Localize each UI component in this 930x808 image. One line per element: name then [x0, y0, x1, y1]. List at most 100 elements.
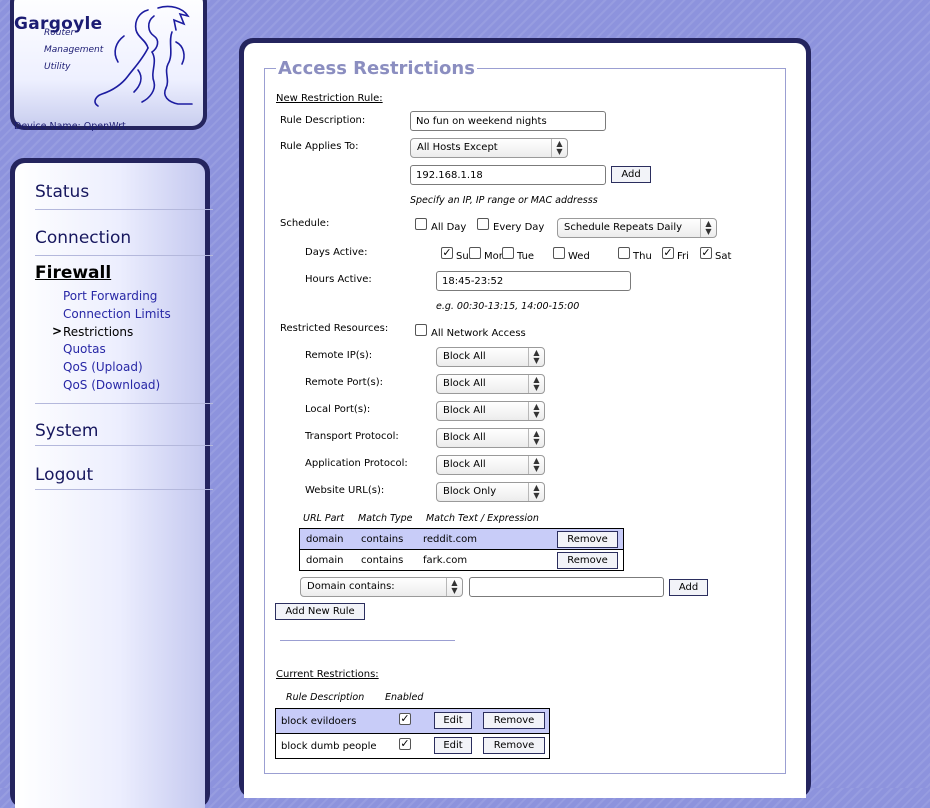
check-icon: ✓	[663, 246, 673, 259]
select-arrows-icon: ▲ ▼	[551, 139, 567, 157]
every-day-checkbox[interactable]	[477, 218, 489, 230]
url-text-cell: reddit.com	[423, 528, 551, 550]
resource-select[interactable]: Block All ▲ ▼	[436, 401, 545, 421]
url-part-cell: domain	[299, 528, 361, 550]
resource-selected: Block All	[443, 378, 486, 389]
day-checkbox-thu[interactable]	[618, 247, 630, 259]
select-arrows-icon: ▲ ▼	[528, 483, 544, 501]
remove-url-button[interactable]: Remove	[557, 531, 618, 548]
nav-divider	[35, 209, 213, 210]
resource-label: Local Port(s):	[305, 404, 371, 415]
resource-selected: Block Only	[443, 486, 497, 497]
nav-subitem-port-forwarding[interactable]: Port Forwarding	[63, 289, 157, 303]
edit-rule-button[interactable]: Edit	[434, 737, 472, 754]
nav-subitem-qos-download[interactable]: QoS (Download)	[63, 378, 160, 392]
subtitle-line: Router	[44, 28, 75, 38]
check-icon: ✓	[701, 246, 711, 259]
nav-panel: Status Connection Firewall Port Forwardi…	[10, 158, 213, 808]
gargoyle-logo	[94, 5, 193, 107]
all-day-label: All Day	[431, 222, 467, 233]
schedule-label: Schedule:	[280, 218, 330, 229]
remove-rule-button[interactable]: Remove	[483, 737, 545, 754]
schedule-repeat-select[interactable]: Schedule Repeats Daily ▲ ▼	[557, 218, 717, 238]
resource-selected: Block All	[443, 405, 486, 416]
hours-active-input[interactable]	[436, 271, 631, 291]
select-arrows-icon: ▲ ▼	[528, 429, 544, 447]
all-network-access-checkbox[interactable]	[415, 324, 427, 336]
check-icon: ✓	[400, 737, 410, 750]
resource-label: Remote Port(s):	[305, 377, 383, 388]
resource-selected: Block All	[443, 459, 486, 470]
all-day-checkbox[interactable]	[415, 218, 427, 230]
select-arrows-icon: ▲ ▼	[446, 578, 462, 596]
every-day-label: Every Day	[493, 222, 545, 233]
resource-selected: Block All	[443, 432, 486, 443]
resource-select[interactable]: Block All ▲ ▼	[436, 455, 545, 475]
remove-rule-button[interactable]: Remove	[483, 712, 545, 729]
rule-description-label: Rule Description:	[280, 115, 366, 126]
nav-item-status[interactable]: Status	[35, 182, 89, 202]
url-match-selected: Domain contains:	[307, 581, 395, 592]
applies-to-select[interactable]: All Hosts Except ▲ ▼	[410, 138, 568, 158]
device-name-label: Device Name:	[14, 121, 81, 132]
nav-subitem-qos-upload[interactable]: QoS (Upload)	[63, 360, 143, 374]
day-checkbox-wed[interactable]	[553, 247, 565, 259]
resource-select[interactable]: Block Only ▲ ▼	[436, 482, 545, 502]
day-label: Sat	[715, 251, 732, 262]
select-arrows-icon: ▲ ▼	[528, 402, 544, 420]
edit-rule-button[interactable]: Edit	[434, 712, 472, 729]
select-arrows-icon: ▲ ▼	[528, 348, 544, 366]
day-checkbox-tue[interactable]	[502, 247, 514, 259]
resource-select[interactable]: Block All ▲ ▼	[436, 428, 545, 448]
day-checkbox-sat[interactable]: ✓	[700, 247, 712, 259]
rule-enabled-checkbox[interactable]: ✓	[399, 713, 411, 725]
nav-item-connection[interactable]: Connection	[35, 228, 131, 248]
nav-item-firewall[interactable]: Firewall	[35, 263, 111, 283]
select-arrows-icon: ▲ ▼	[528, 375, 544, 393]
url-match-input[interactable]	[469, 577, 664, 597]
nav-subitem-restrictions[interactable]: Restrictions	[63, 325, 133, 339]
divider	[280, 640, 455, 641]
url-header-text: Match Text / Expression	[426, 513, 539, 524]
nav-divider	[35, 255, 213, 256]
select-arrows-icon: ▲ ▼	[528, 456, 544, 474]
hours-active-label: Hours Active:	[305, 274, 372, 285]
resource-label: Website URL(s):	[305, 485, 385, 496]
device-name: Device Name: OpenWrt	[14, 121, 126, 132]
url-match-select[interactable]: Domain contains: ▲ ▼	[300, 577, 463, 597]
resource-label: Remote IP(s):	[305, 350, 373, 361]
current-header-enabled: Enabled	[385, 692, 424, 703]
url-text-cell: fark.com	[423, 549, 551, 571]
all-network-access-label: All Network Access	[431, 328, 526, 339]
add-url-button[interactable]: Add	[669, 579, 708, 596]
nav-inner: Status Connection Firewall Port Forwardi…	[15, 163, 213, 808]
day-checkbox-sun[interactable]: ✓	[441, 247, 453, 259]
day-label: Thu	[633, 251, 652, 262]
url-part-cell: domain	[299, 549, 361, 571]
day-checkbox-fri[interactable]: ✓	[662, 247, 674, 259]
nav-item-logout[interactable]: Logout	[35, 465, 93, 485]
page-title: Access Restrictions	[276, 58, 477, 79]
check-icon: ✓	[442, 246, 452, 259]
nav-divider	[35, 445, 213, 446]
select-arrows-icon: ▲ ▼	[700, 219, 716, 237]
rule-enabled-checkbox[interactable]: ✓	[399, 738, 411, 750]
add-new-rule-button[interactable]: Add New Rule	[275, 603, 365, 620]
resource-label: Application Protocol:	[305, 458, 408, 469]
resource-select[interactable]: Block All ▲ ▼	[436, 374, 545, 394]
resource-select[interactable]: Block All ▲ ▼	[436, 347, 545, 367]
day-checkbox-mon[interactable]	[469, 247, 481, 259]
nav-subitem-connection-limits[interactable]: Connection Limits	[63, 307, 171, 321]
day-label: Fri	[677, 251, 689, 262]
current-page-marker: >	[52, 324, 63, 338]
current-restrictions-heading: Current Restrictions:	[276, 669, 379, 680]
add-host-button[interactable]: Add	[611, 166, 651, 183]
current-header-description: Rule Description	[286, 692, 365, 703]
rule-description-input[interactable]	[410, 111, 606, 131]
remove-url-button[interactable]: Remove	[557, 552, 618, 569]
schedule-repeat-selected: Schedule Repeats Daily	[564, 222, 683, 233]
host-ip-input[interactable]	[410, 165, 606, 185]
nav-subitem-quotas[interactable]: Quotas	[63, 342, 106, 356]
nav-item-system[interactable]: System	[35, 421, 98, 441]
subtitle-line: Utility	[44, 62, 71, 72]
